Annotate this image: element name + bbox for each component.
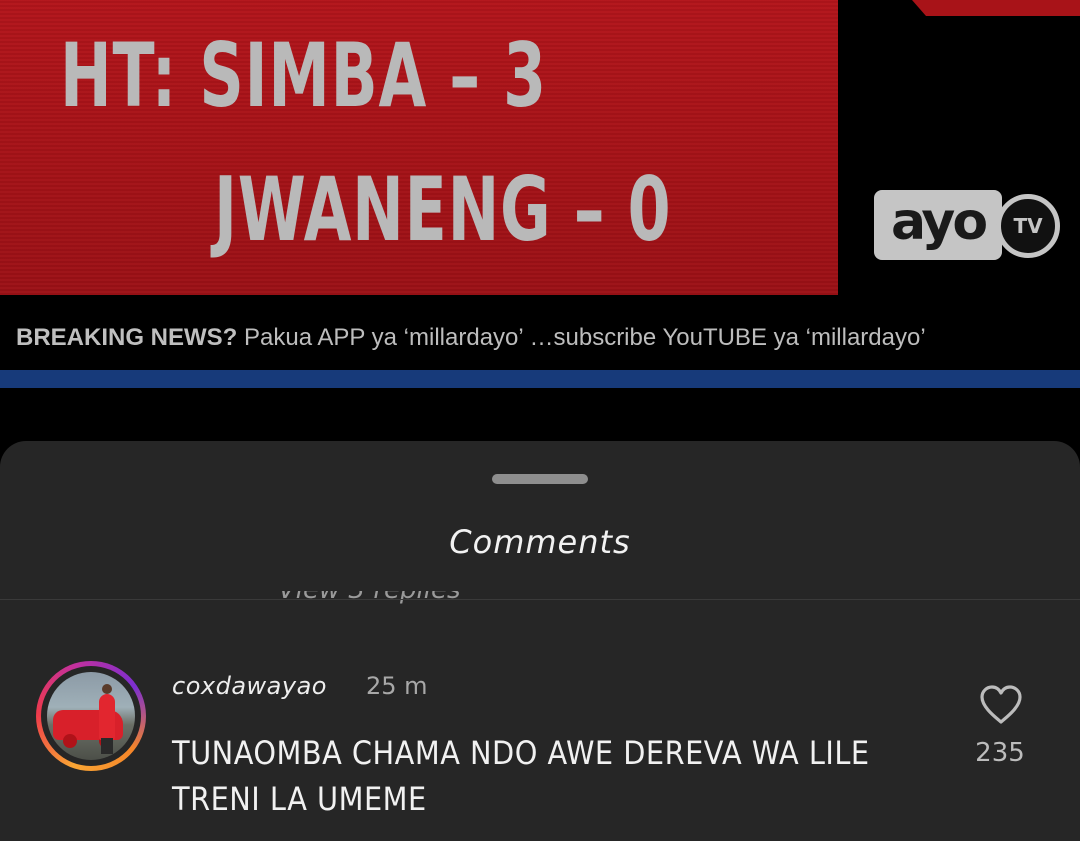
avatar-story-ring[interactable]: [36, 661, 146, 771]
like-count: 235: [975, 738, 1025, 768]
news-ticker: BREAKING NEWS? Pakua APP ya ‘millardayo’…: [0, 312, 1080, 364]
banner-corner-accent: [912, 0, 1080, 16]
ticker-divider-bar: [0, 370, 1080, 388]
avatar-ring-gap: [41, 666, 141, 766]
video-player[interactable]: HT: SIMBA – 3 JWANENG – 0 ayo TV BREAKIN…: [0, 0, 1080, 441]
heart-icon-svg: [980, 685, 1022, 724]
sheet-title: Comments: [449, 523, 631, 561]
avatar-legs-shape: [101, 738, 113, 754]
comment-item: coxdawayao 25 m TUNAOMBA CHAMA NDO AWE D…: [0, 656, 1080, 841]
heart-icon[interactable]: [978, 684, 1024, 726]
logo-tv-badge: TV: [996, 194, 1060, 258]
sheet-drag-handle[interactable]: [492, 474, 588, 484]
ticker-text: Pakua APP ya ‘millardayo’ …subscribe You…: [237, 324, 926, 351]
app-screen: HT: SIMBA – 3 JWANENG – 0 ayo TV BREAKIN…: [0, 0, 1080, 841]
avatar: [47, 672, 135, 760]
comment-username[interactable]: coxdawayao: [172, 672, 327, 700]
score-line-jwaneng: JWANENG – 0: [214, 158, 672, 261]
view-replies-link[interactable]: View 3 replies: [278, 591, 461, 605]
ticker-label: BREAKING NEWS?: [16, 324, 238, 351]
logo-wordmark: ayo: [874, 190, 1002, 260]
comment-text: TUNAOMBA CHAMA NDO AWE DEREVA WA LILE TR…: [172, 734, 870, 818]
view-replies-text: View 3 replies: [278, 591, 461, 603]
ayo-tv-logo: ayo TV: [874, 190, 1074, 260]
sheet-divider: [0, 599, 1080, 600]
score-line-simba: HT: SIMBA – 3: [60, 24, 547, 127]
comment-timestamp: 25 m: [366, 672, 428, 700]
avatar-person-shape: [99, 684, 115, 740]
comments-sheet[interactable]: Comments View 3 replies coxdawayao 25 m …: [0, 441, 1080, 841]
